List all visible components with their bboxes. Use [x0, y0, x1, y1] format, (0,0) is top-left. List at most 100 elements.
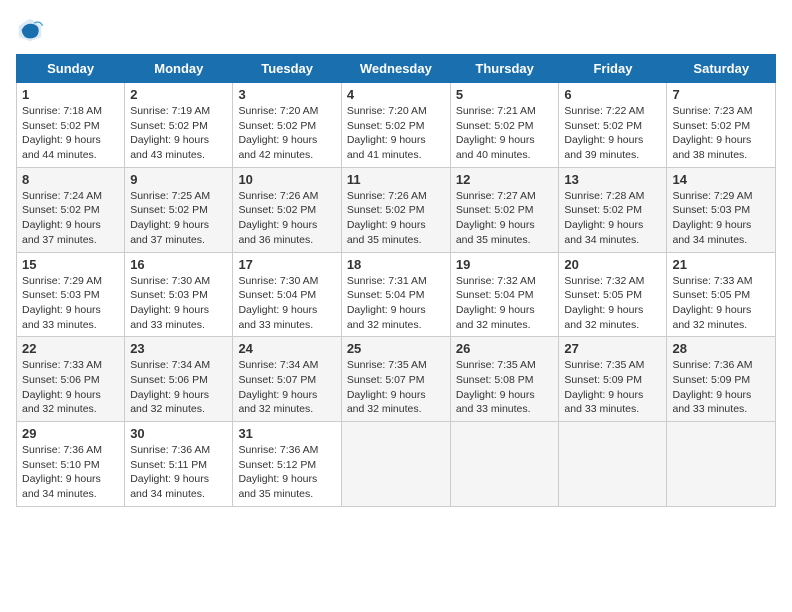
calendar-cell: 22 Sunrise: 7:33 AM Sunset: 5:06 PM Dayl… [17, 337, 125, 422]
day-info: Sunrise: 7:18 AM Sunset: 5:02 PM Dayligh… [22, 104, 119, 163]
calendar-cell: 12 Sunrise: 7:27 AM Sunset: 5:02 PM Dayl… [450, 167, 559, 252]
column-header-monday: Monday [125, 55, 233, 83]
calendar-cell: 23 Sunrise: 7:34 AM Sunset: 5:06 PM Dayl… [125, 337, 233, 422]
calendar-cell: 24 Sunrise: 7:34 AM Sunset: 5:07 PM Dayl… [233, 337, 341, 422]
day-number: 8 [22, 172, 119, 187]
calendar-cell: 11 Sunrise: 7:26 AM Sunset: 5:02 PM Dayl… [341, 167, 450, 252]
calendar-cell: 9 Sunrise: 7:25 AM Sunset: 5:02 PM Dayli… [125, 167, 233, 252]
day-info: Sunrise: 7:22 AM Sunset: 5:02 PM Dayligh… [564, 104, 661, 163]
day-info: Sunrise: 7:35 AM Sunset: 5:09 PM Dayligh… [564, 358, 661, 417]
column-header-tuesday: Tuesday [233, 55, 341, 83]
day-info: Sunrise: 7:35 AM Sunset: 5:07 PM Dayligh… [347, 358, 445, 417]
calendar-cell: 3 Sunrise: 7:20 AM Sunset: 5:02 PM Dayli… [233, 83, 341, 168]
day-info: Sunrise: 7:26 AM Sunset: 5:02 PM Dayligh… [238, 189, 335, 248]
calendar-cell [667, 422, 776, 507]
calendar-cell: 15 Sunrise: 7:29 AM Sunset: 5:03 PM Dayl… [17, 252, 125, 337]
column-header-friday: Friday [559, 55, 667, 83]
calendar-cell: 20 Sunrise: 7:32 AM Sunset: 5:05 PM Dayl… [559, 252, 667, 337]
day-number: 12 [456, 172, 554, 187]
calendar-cell: 27 Sunrise: 7:35 AM Sunset: 5:09 PM Dayl… [559, 337, 667, 422]
calendar-cell [450, 422, 559, 507]
day-number: 16 [130, 257, 227, 272]
day-number: 31 [238, 426, 335, 441]
calendar-week-row: 15 Sunrise: 7:29 AM Sunset: 5:03 PM Dayl… [17, 252, 776, 337]
day-number: 20 [564, 257, 661, 272]
calendar-cell: 2 Sunrise: 7:19 AM Sunset: 5:02 PM Dayli… [125, 83, 233, 168]
calendar-cell: 25 Sunrise: 7:35 AM Sunset: 5:07 PM Dayl… [341, 337, 450, 422]
calendar-cell: 30 Sunrise: 7:36 AM Sunset: 5:11 PM Dayl… [125, 422, 233, 507]
day-info: Sunrise: 7:28 AM Sunset: 5:02 PM Dayligh… [564, 189, 661, 248]
day-number: 5 [456, 87, 554, 102]
day-number: 15 [22, 257, 119, 272]
day-info: Sunrise: 7:26 AM Sunset: 5:02 PM Dayligh… [347, 189, 445, 248]
column-header-wednesday: Wednesday [341, 55, 450, 83]
calendar-cell: 21 Sunrise: 7:33 AM Sunset: 5:05 PM Dayl… [667, 252, 776, 337]
calendar-week-row: 29 Sunrise: 7:36 AM Sunset: 5:10 PM Dayl… [17, 422, 776, 507]
calendar-cell: 16 Sunrise: 7:30 AM Sunset: 5:03 PM Dayl… [125, 252, 233, 337]
day-info: Sunrise: 7:34 AM Sunset: 5:07 PM Dayligh… [238, 358, 335, 417]
column-header-thursday: Thursday [450, 55, 559, 83]
logo [16, 16, 48, 44]
day-number: 13 [564, 172, 661, 187]
day-number: 1 [22, 87, 119, 102]
day-info: Sunrise: 7:34 AM Sunset: 5:06 PM Dayligh… [130, 358, 227, 417]
calendar-cell: 31 Sunrise: 7:36 AM Sunset: 5:12 PM Dayl… [233, 422, 341, 507]
calendar-table: SundayMondayTuesdayWednesdayThursdayFrid… [16, 54, 776, 507]
day-number: 4 [347, 87, 445, 102]
calendar-cell: 5 Sunrise: 7:21 AM Sunset: 5:02 PM Dayli… [450, 83, 559, 168]
day-number: 2 [130, 87, 227, 102]
day-info: Sunrise: 7:31 AM Sunset: 5:04 PM Dayligh… [347, 274, 445, 333]
page-header [16, 16, 776, 44]
day-info: Sunrise: 7:27 AM Sunset: 5:02 PM Dayligh… [456, 189, 554, 248]
day-number: 22 [22, 341, 119, 356]
day-info: Sunrise: 7:36 AM Sunset: 5:12 PM Dayligh… [238, 443, 335, 502]
calendar-cell: 1 Sunrise: 7:18 AM Sunset: 5:02 PM Dayli… [17, 83, 125, 168]
calendar-cell: 26 Sunrise: 7:35 AM Sunset: 5:08 PM Dayl… [450, 337, 559, 422]
calendar-cell [559, 422, 667, 507]
calendar-cell: 29 Sunrise: 7:36 AM Sunset: 5:10 PM Dayl… [17, 422, 125, 507]
logo-icon [16, 16, 44, 44]
day-number: 26 [456, 341, 554, 356]
day-number: 30 [130, 426, 227, 441]
day-number: 9 [130, 172, 227, 187]
day-number: 17 [238, 257, 335, 272]
calendar-cell: 19 Sunrise: 7:32 AM Sunset: 5:04 PM Dayl… [450, 252, 559, 337]
calendar-week-row: 8 Sunrise: 7:24 AM Sunset: 5:02 PM Dayli… [17, 167, 776, 252]
calendar-header-row: SundayMondayTuesdayWednesdayThursdayFrid… [17, 55, 776, 83]
day-number: 24 [238, 341, 335, 356]
day-info: Sunrise: 7:29 AM Sunset: 5:03 PM Dayligh… [672, 189, 770, 248]
day-number: 28 [672, 341, 770, 356]
day-number: 14 [672, 172, 770, 187]
calendar-cell: 10 Sunrise: 7:26 AM Sunset: 5:02 PM Dayl… [233, 167, 341, 252]
day-info: Sunrise: 7:29 AM Sunset: 5:03 PM Dayligh… [22, 274, 119, 333]
day-number: 21 [672, 257, 770, 272]
day-info: Sunrise: 7:32 AM Sunset: 5:04 PM Dayligh… [456, 274, 554, 333]
calendar-cell [341, 422, 450, 507]
calendar-cell: 7 Sunrise: 7:23 AM Sunset: 5:02 PM Dayli… [667, 83, 776, 168]
calendar-cell: 18 Sunrise: 7:31 AM Sunset: 5:04 PM Dayl… [341, 252, 450, 337]
column-header-saturday: Saturday [667, 55, 776, 83]
day-number: 23 [130, 341, 227, 356]
column-header-sunday: Sunday [17, 55, 125, 83]
day-number: 29 [22, 426, 119, 441]
calendar-week-row: 1 Sunrise: 7:18 AM Sunset: 5:02 PM Dayli… [17, 83, 776, 168]
calendar-cell: 4 Sunrise: 7:20 AM Sunset: 5:02 PM Dayli… [341, 83, 450, 168]
day-info: Sunrise: 7:36 AM Sunset: 5:09 PM Dayligh… [672, 358, 770, 417]
day-number: 18 [347, 257, 445, 272]
day-info: Sunrise: 7:20 AM Sunset: 5:02 PM Dayligh… [238, 104, 335, 163]
day-info: Sunrise: 7:25 AM Sunset: 5:02 PM Dayligh… [130, 189, 227, 248]
day-number: 27 [564, 341, 661, 356]
day-info: Sunrise: 7:24 AM Sunset: 5:02 PM Dayligh… [22, 189, 119, 248]
calendar-cell: 13 Sunrise: 7:28 AM Sunset: 5:02 PM Dayl… [559, 167, 667, 252]
day-info: Sunrise: 7:35 AM Sunset: 5:08 PM Dayligh… [456, 358, 554, 417]
calendar-cell: 14 Sunrise: 7:29 AM Sunset: 5:03 PM Dayl… [667, 167, 776, 252]
day-info: Sunrise: 7:36 AM Sunset: 5:11 PM Dayligh… [130, 443, 227, 502]
calendar-cell: 17 Sunrise: 7:30 AM Sunset: 5:04 PM Dayl… [233, 252, 341, 337]
day-info: Sunrise: 7:33 AM Sunset: 5:06 PM Dayligh… [22, 358, 119, 417]
day-info: Sunrise: 7:19 AM Sunset: 5:02 PM Dayligh… [130, 104, 227, 163]
day-number: 3 [238, 87, 335, 102]
day-number: 19 [456, 257, 554, 272]
day-info: Sunrise: 7:36 AM Sunset: 5:10 PM Dayligh… [22, 443, 119, 502]
calendar-cell: 28 Sunrise: 7:36 AM Sunset: 5:09 PM Dayl… [667, 337, 776, 422]
day-number: 7 [672, 87, 770, 102]
